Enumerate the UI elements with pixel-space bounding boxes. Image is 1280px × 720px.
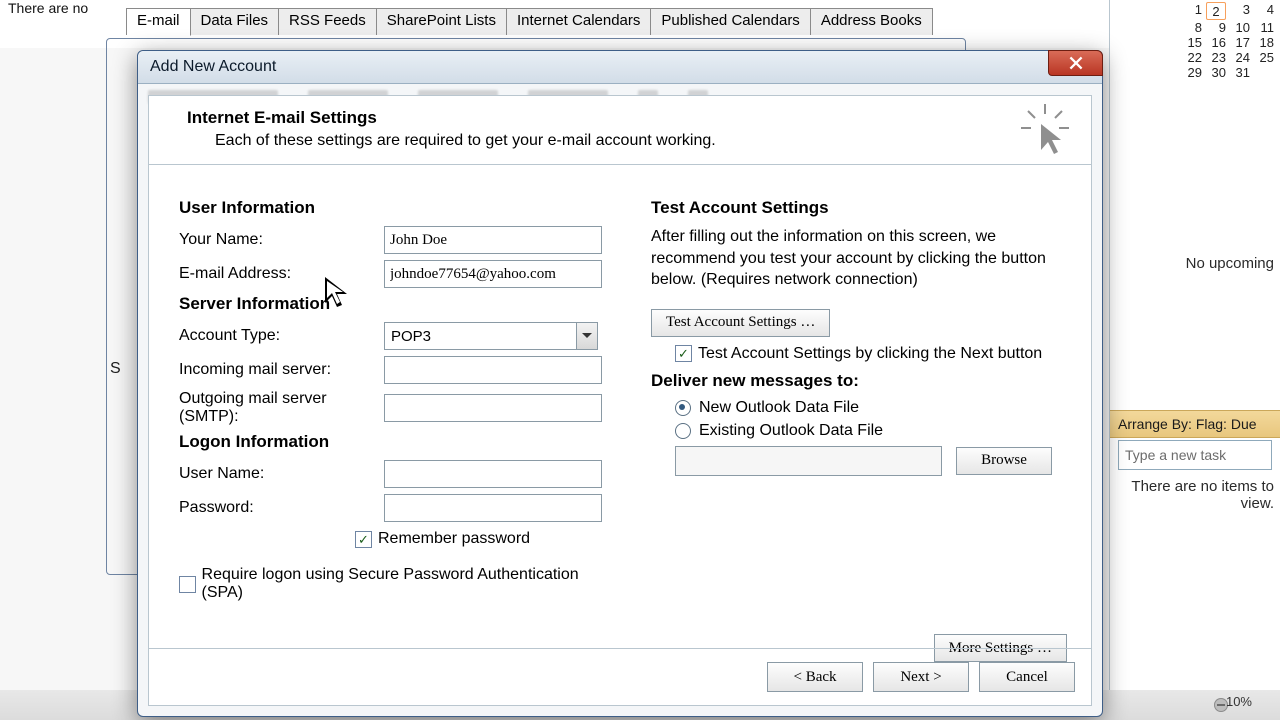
tab-intcal[interactable]: Internet Calendars <box>507 9 651 35</box>
add-account-dialog: Add New Account Internet E-mail Settings… <box>137 50 1103 717</box>
new-task-input[interactable]: Type a new task <box>1118 440 1272 470</box>
close-button[interactable] <box>1048 50 1103 76</box>
mini-calendar[interactable]: 1234 891011 15161718 22232425 293031 <box>1182 2 1274 80</box>
spa-checkbox[interactable] <box>179 576 196 593</box>
test-settings-button[interactable]: Test Account Settings … <box>651 309 830 337</box>
chevron-down-icon <box>576 323 597 349</box>
label-password: Password: <box>179 499 384 517</box>
label-username: User Name: <box>179 465 384 483</box>
section-test: Test Account Settings <box>651 198 1067 218</box>
spa-label: Require logon using Secure Password Auth… <box>202 566 611 602</box>
section-logon-info: Logon Information <box>179 432 611 452</box>
close-icon <box>1069 56 1083 70</box>
tab-email[interactable]: E-mail <box>127 9 191 36</box>
existing-file-input[interactable] <box>675 446 942 476</box>
remember-password-label: Remember password <box>378 530 530 548</box>
radio-existing-file[interactable] <box>675 423 691 439</box>
next-button[interactable]: Next > <box>873 662 969 692</box>
remember-password-checkbox[interactable] <box>355 531 372 548</box>
cursor-arrow-icon <box>1021 104 1069 160</box>
todo-bar: 1234 891011 15161718 22232425 293031 No … <box>1109 0 1280 690</box>
label-outgoing: Outgoing mail server (SMTP): <box>179 390 384 426</box>
dialog-inner: Internet E-mail Settings Each of these s… <box>148 95 1092 706</box>
incoming-server-input[interactable] <box>384 356 602 384</box>
arrange-by-header[interactable]: Arrange By: Flag: Due <box>1110 410 1280 438</box>
label-your-name: Your Name: <box>179 231 384 249</box>
dialog-footer: < Back Next > Cancel <box>149 648 1091 705</box>
zoom-level: 10% <box>1226 694 1252 709</box>
tab-datafiles[interactable]: Data Files <box>191 9 280 35</box>
page-heading: Internet E-mail Settings <box>187 108 1073 128</box>
email-input[interactable] <box>384 260 602 288</box>
radio-new-file[interactable] <box>675 400 691 416</box>
test-on-next-checkbox[interactable] <box>675 345 692 362</box>
dialog-title: Add New Account <box>150 58 276 76</box>
radio-new-file-label: New Outlook Data File <box>699 399 859 417</box>
label-email: E-mail Address: <box>179 265 384 283</box>
tab-sharepoint[interactable]: SharePoint Lists <box>377 9 507 35</box>
account-tabs: E-mail Data Files RSS Feeds SharePoint L… <box>126 8 933 35</box>
dialog-titlebar[interactable]: Add New Account <box>138 51 1102 84</box>
tab-pubcal[interactable]: Published Calendars <box>651 9 810 35</box>
back-button[interactable]: < Back <box>767 662 863 692</box>
upcoming-text: No upcoming <box>1124 255 1274 272</box>
browse-button[interactable]: Browse <box>956 447 1052 475</box>
section-user-info: User Information <box>179 198 611 218</box>
page-subheading: Each of these settings are required to g… <box>215 132 1073 150</box>
section-deliver: Deliver new messages to: <box>651 371 1067 391</box>
label-incoming: Incoming mail server: <box>179 361 384 379</box>
account-type-select[interactable]: POP3 <box>384 322 598 350</box>
test-paragraph: After filling out the information on thi… <box>651 226 1067 291</box>
label-account-type: Account Type: <box>179 327 384 345</box>
bg-empty-text: There are no <box>8 0 88 16</box>
outgoing-server-input[interactable] <box>384 394 602 422</box>
cancel-button[interactable]: Cancel <box>979 662 1075 692</box>
account-type-value: POP3 <box>391 328 431 345</box>
username-input[interactable] <box>384 460 602 488</box>
your-name-input[interactable] <box>384 226 602 254</box>
password-input[interactable] <box>384 494 602 522</box>
tab-addrbooks[interactable]: Address Books <box>811 9 932 35</box>
tab-rss[interactable]: RSS Feeds <box>279 9 377 35</box>
test-on-next-label: Test Account Settings by clicking the Ne… <box>698 345 1042 363</box>
no-items-text: There are no items toview. <box>1124 478 1274 512</box>
outer-left-letter: S <box>110 360 121 378</box>
calendar-selected-day: 2 <box>1206 2 1226 20</box>
section-server-info: Server Information <box>179 294 611 314</box>
radio-existing-file-label: Existing Outlook Data File <box>699 422 883 440</box>
